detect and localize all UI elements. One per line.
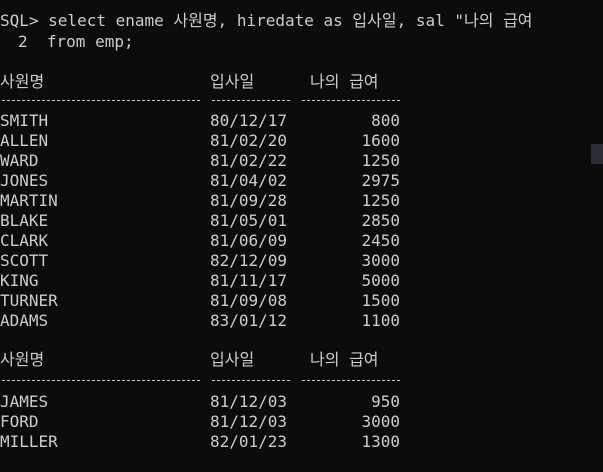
table-row: KING 81/11/17 5000 (0, 271, 603, 291)
cell-date: 81/09/08 (210, 291, 288, 310)
cell-name: ADAMS (0, 311, 49, 330)
cell-name: JONES (0, 171, 49, 190)
table-row: SCOTT 82/12/09 3000 (0, 251, 603, 271)
cell-salary: 1250 (361, 191, 400, 210)
cell-salary: 5000 (361, 271, 400, 290)
header-date: 입사일 (210, 72, 255, 91)
terminal-window[interactable]: SQL> select ename 사원명, hiredate as 입사일, … (0, 0, 603, 472)
cell-date: 81/02/20 (210, 131, 288, 150)
header-date: 입사일 (210, 350, 255, 369)
header-divider (2, 380, 200, 381)
table-row: MARTIN 81/09/28 1250 (0, 191, 603, 211)
cell-date: 82/01/23 (210, 432, 288, 451)
cell-date: 82/12/09 (210, 251, 288, 270)
cell-name: MARTIN (0, 191, 58, 210)
cell-name: SCOTT (0, 251, 49, 270)
sql-command-line: SQL> select ename 사원명, hiredate as 입사일, … (0, 11, 533, 30)
cell-date: 81/06/09 (210, 231, 288, 250)
cell-salary: 950 (371, 392, 400, 411)
cell-name: ALLEN (0, 131, 49, 150)
header-divider (302, 380, 400, 381)
cell-date: 81/12/03 (210, 412, 288, 431)
header-divider (302, 100, 400, 101)
table-row: JAMES 81/12/03 950 (0, 392, 603, 412)
cell-salary: 1600 (361, 131, 400, 150)
table-row: ALLEN 81/02/20 1600 (0, 131, 603, 151)
table-row: BLAKE 81/05/01 2850 (0, 211, 603, 231)
cell-date: 81/02/22 (210, 151, 288, 170)
cell-salary: 1250 (361, 151, 400, 170)
cell-salary: 1300 (361, 432, 400, 451)
cell-salary: 2450 (361, 231, 400, 250)
header-name: 사원명 (0, 350, 45, 369)
cell-salary: 1100 (361, 311, 400, 330)
header-divider (2, 100, 200, 101)
table-row: CLARK 81/06/09 2450 (0, 231, 603, 251)
header-salary: 나의 급여 (310, 350, 379, 369)
header-divider (212, 380, 290, 381)
cell-date: 81/09/28 (210, 191, 288, 210)
cell-salary: 1500 (361, 291, 400, 310)
cell-date: 83/01/12 (210, 311, 288, 330)
table-row: TURNER 81/09/08 1500 (0, 291, 603, 311)
table-row: JONES 81/04/02 2975 (0, 171, 603, 191)
table-row: WARD 81/02/22 1250 (0, 151, 603, 171)
header-name: 사원명 (0, 72, 45, 91)
cell-salary: 800 (371, 111, 400, 130)
cell-name: WARD (0, 151, 39, 170)
cell-date: 80/12/17 (210, 111, 288, 130)
cell-date: 81/04/02 (210, 171, 288, 190)
header-divider (212, 100, 290, 101)
cell-name: CLARK (0, 231, 49, 250)
table-row: MILLER 82/01/23 1300 (0, 432, 603, 452)
table-row: FORD 81/12/03 3000 (0, 412, 603, 432)
table-row: ADAMS 83/01/12 1100 (0, 311, 603, 331)
cell-salary: 2850 (361, 211, 400, 230)
cell-date: 81/12/03 (210, 392, 288, 411)
cell-salary: 2975 (361, 171, 400, 190)
cell-date: 81/11/17 (210, 271, 288, 290)
cell-name: TURNER (0, 291, 58, 310)
sql-command-continuation: 2 from emp; (18, 32, 134, 51)
cell-salary: 3000 (361, 412, 400, 431)
cell-date: 81/05/01 (210, 211, 288, 230)
table-row: SMITH 80/12/17 800 (0, 111, 603, 131)
cell-name: JAMES (0, 392, 49, 411)
scrollbar-thumb[interactable] (591, 144, 603, 164)
cell-name: KING (0, 271, 39, 290)
cell-name: MILLER (0, 432, 58, 451)
cell-name: FORD (0, 412, 39, 431)
cell-name: BLAKE (0, 211, 49, 230)
header-salary: 나의 급여 (310, 72, 379, 91)
cell-name: SMITH (0, 111, 49, 130)
cell-salary: 3000 (361, 251, 400, 270)
